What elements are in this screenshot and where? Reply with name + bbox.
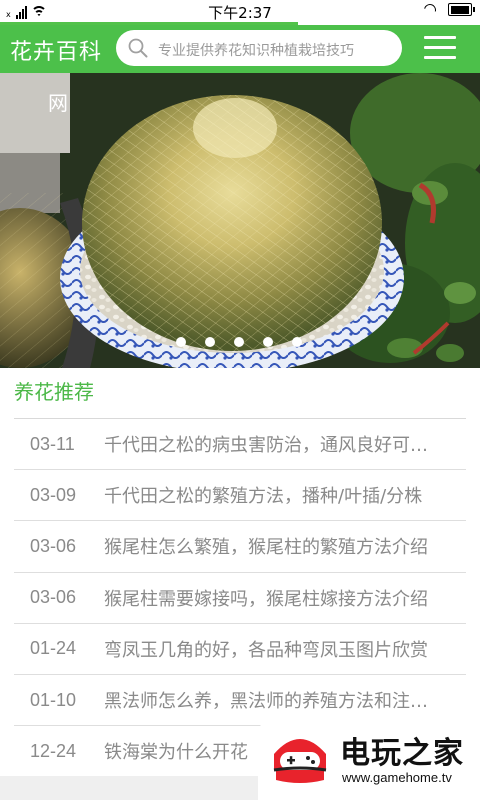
article-list-item[interactable]: 03-06 猴尾柱需要嫁接吗，猴尾柱嫁接方法介绍 — [14, 573, 466, 624]
article-title: 猴尾柱需要嫁接吗，猴尾柱嫁接方法介绍 — [104, 588, 428, 610]
banner-caption: 网 — [48, 91, 68, 115]
status-time: 下午2:37 — [208, 4, 272, 22]
article-date: 01-24 — [30, 638, 77, 659]
status-bar: x 下午2:37 — [0, 0, 480, 22]
article-list-item[interactable]: 03-09 千代田之松的繁殖方法，播种/叶插/分株 — [14, 470, 466, 522]
app-title: 花卉百科 — [10, 40, 103, 65]
battery-icon — [448, 3, 475, 16]
cactus-banner-image — [0, 73, 480, 368]
search-icon — [128, 38, 148, 58]
battery-level — [450, 5, 469, 14]
article-date: 03-11 — [30, 433, 75, 454]
article-title: 千代田之松的病虫害防治，通风良好可预防 — [104, 435, 446, 457]
article-title: 弯凤玉几角的好，各品种弯凤玉图片欣赏 — [104, 639, 428, 661]
carousel-indicators — [176, 337, 302, 347]
carousel-dot[interactable] — [176, 337, 186, 347]
search-placeholder: 专业提供养花知识种植栽培技巧 — [158, 43, 354, 59]
article-title: 黑法师怎么养，黑法师的养殖方法和注意事项 — [104, 691, 464, 713]
menu-icon[interactable] — [424, 36, 456, 60]
do-not-disturb-icon — [421, 1, 439, 18]
carousel-dot[interactable] — [292, 337, 302, 347]
watermark-title: 电玩之家 — [340, 736, 464, 771]
status-right — [421, 1, 475, 18]
article-list-item[interactable]: 01-24 弯凤玉几角的好，各品种弯凤玉图片欣赏 — [14, 624, 466, 675]
carousel-dot[interactable] — [205, 337, 215, 347]
article-list-item[interactable]: 03-11 千代田之松的病虫害防治，通风良好可预防 — [14, 419, 466, 471]
article-title: 千代田之松的繁殖方法，播种/叶插/分株 — [104, 486, 423, 508]
carousel-dot[interactable] — [263, 337, 273, 347]
article-date: 03-09 — [30, 484, 77, 505]
app-header: 花卉百科 专业提供养花知识种植栽培技巧 — [0, 25, 480, 73]
search-input[interactable]: 专业提供养花知识种植栽培技巧 — [116, 30, 402, 66]
article-title: 猴尾柱怎么繁殖，猴尾柱的繁殖方法介绍 — [104, 537, 428, 559]
banner-carousel[interactable]: 网 — [0, 73, 480, 368]
article-date: 03-06 — [30, 535, 77, 556]
section-title: 养花推荐 — [14, 380, 94, 404]
carousel-dot[interactable] — [234, 337, 244, 347]
article-date: 01-10 — [30, 689, 77, 710]
article-date: 12-24 — [30, 740, 77, 761]
article-date: 03-06 — [30, 587, 77, 608]
watermark-url: www.gamehome.tv — [342, 770, 452, 785]
gamehome-logo-icon — [273, 739, 327, 783]
site-watermark: 电玩之家 www.gamehome.tv — [258, 718, 480, 800]
article-list-item[interactable]: 03-06 猴尾柱怎么繁殖，猴尾柱的繁殖方法介绍 — [14, 521, 466, 573]
